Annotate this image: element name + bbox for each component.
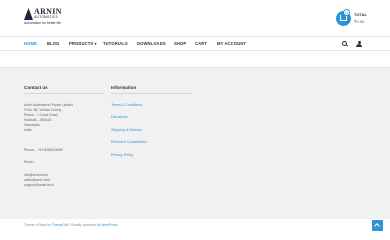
user-icon-body <box>356 44 362 47</box>
credit-platform-link[interactable]: WordPress <box>101 223 118 227</box>
nav-item-products[interactable]: PRODUCTS ▾ <box>69 41 97 46</box>
nav-item-my-account[interactable]: MY ACCOUNT <box>217 41 246 46</box>
credit-prefix: Theme: eStore by <box>24 223 52 227</box>
footer-credit: Theme: eStore by ThemeGrill. Proudly pow… <box>24 223 118 227</box>
cart-count-badge: 0 <box>343 9 350 16</box>
contact-line: Hubballi – 580030 <box>24 118 52 122</box>
site-footer: Contact us Arnin Automatics Private Limi… <box>0 67 390 219</box>
scroll-to-top-button[interactable] <box>372 220 383 231</box>
contact-line: H.No. 86, Vinihar Colony, <box>24 108 62 112</box>
site-header: ARNIN AUTOMATICS Automation for better l… <box>0 0 390 36</box>
contact-email-label: Email – <box>24 160 36 164</box>
footer-link-terms[interactable]: Terms & Conditions <box>111 103 142 107</box>
nav-item-blog[interactable]: BLOG <box>47 41 60 46</box>
contact-line: Karnataka <box>24 123 40 127</box>
nav-item-cart[interactable]: CART <box>195 41 207 46</box>
user-icon[interactable] <box>356 41 362 47</box>
information-divider <box>111 93 191 94</box>
contact-phone: Phone – +91 8065424690 <box>24 148 64 152</box>
logo-tagline: Automation for better life <box>24 21 61 25</box>
contact-email-support[interactable]: support@arnin.tech <box>24 183 54 187</box>
cart-total-value: ₹0.00 <box>354 19 365 24</box>
footer-link-refund[interactable]: Refund & Cancellation <box>111 140 147 144</box>
nav-item-shop[interactable]: SHOP <box>174 41 186 46</box>
contact-email-info[interactable]: info@arnin.tech <box>24 173 48 177</box>
footer-link-disclaimer[interactable]: Disclaimer <box>111 115 128 119</box>
contact-divider <box>24 93 104 94</box>
nav-item-home[interactable]: HOME <box>24 41 37 46</box>
main-content <box>0 51 390 67</box>
cart-total-label: TOTAL <box>354 12 367 17</box>
nav-item-downloads[interactable]: DOWNLOADS <box>137 41 166 46</box>
credit-mid: . Proudly powered by <box>68 223 102 227</box>
site-logo[interactable]: ARNIN AUTOMATICS Automation for better l… <box>24 7 74 30</box>
nav-item-tutorials[interactable]: TUTORIALS <box>103 41 128 46</box>
information-heading: Information <box>111 85 137 90</box>
credit-theme-author-link[interactable]: ThemeGrill <box>52 223 69 227</box>
logo-sub: AUTOMATICS <box>34 15 58 19</box>
contact-email-sales[interactable]: sales@arnin.tech <box>24 178 50 182</box>
contact-line: Phase - I, Gokul Road, <box>24 113 59 117</box>
contact-line: India. <box>24 128 33 132</box>
main-navigation: HOME BLOG PRODUCTS ▾ TUTORIALS DOWNLOADS… <box>0 36 390 51</box>
contact-line: Arnin Automatics Private Limited <box>24 103 73 107</box>
logo-mark <box>24 8 33 20</box>
contact-heading: Contact us <box>24 85 48 90</box>
footer-link-privacy[interactable]: Privacy Policy <box>111 153 133 157</box>
search-icon[interactable] <box>342 41 347 46</box>
footer-bottom-bar: Theme: eStore by ThemeGrill. Proudly pow… <box>0 219 390 240</box>
footer-link-shipping[interactable]: Shipping & Returns <box>111 128 142 132</box>
